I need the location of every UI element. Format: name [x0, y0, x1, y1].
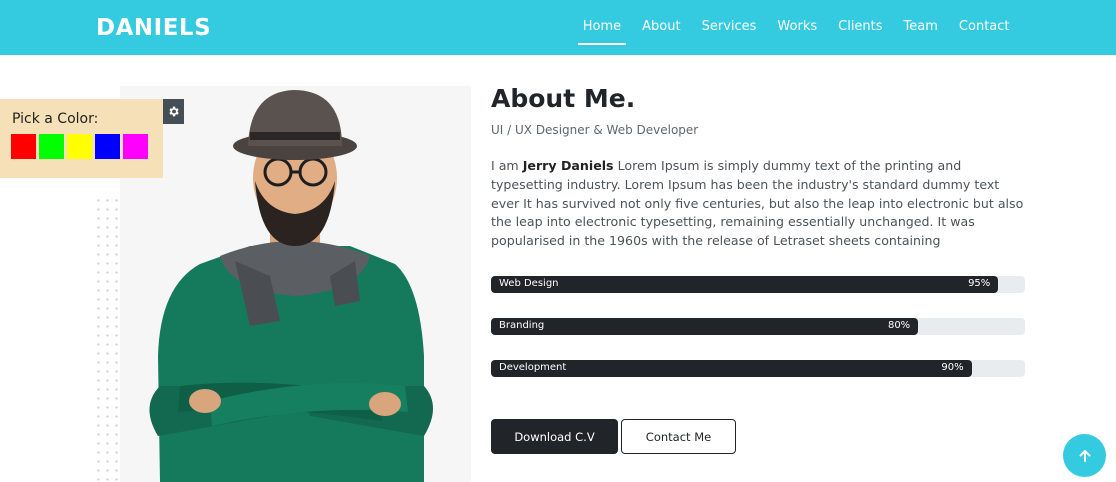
swatch-magenta[interactable]	[123, 134, 148, 159]
nav-contact[interactable]: Contact	[948, 0, 1020, 55]
skill-percent: 95%	[968, 278, 991, 289]
bio-paragraph: I am Jerry Daniels Lorem Ipsum is simply…	[491, 157, 1031, 251]
skill-label: Development	[499, 362, 567, 373]
contact-me-button[interactable]: Contact Me	[621, 419, 736, 454]
nav-works[interactable]: Works	[767, 0, 828, 55]
main-nav: Home About Services Works Clients Team C…	[572, 0, 1020, 55]
skill-label: Web Design	[499, 278, 559, 289]
skill-bar-development: Development 90%	[491, 360, 1025, 377]
arrow-up-icon	[1079, 449, 1090, 462]
swatch-red[interactable]	[11, 134, 36, 159]
picker-toggle-button[interactable]	[163, 99, 184, 124]
dot-pattern	[94, 196, 120, 482]
top-navbar: DANIELS Home About Services Works Client…	[0, 0, 1116, 55]
page-title: About Me.	[491, 84, 636, 113]
person-illustration	[149, 90, 433, 482]
download-cv-button[interactable]: Download C.V	[491, 419, 618, 454]
swatch-green[interactable]	[39, 134, 64, 159]
profile-photo	[120, 86, 471, 482]
skill-fill: Web Design 95%	[491, 276, 999, 293]
picker-title: Pick a Color:	[12, 111, 99, 127]
bio-name: Jerry Daniels	[522, 158, 614, 173]
gear-icon	[169, 106, 179, 117]
nav-services[interactable]: Services	[691, 0, 767, 55]
swatch-yellow[interactable]	[67, 134, 92, 159]
skill-bar-branding: Branding 80%	[491, 318, 1025, 335]
nav-about[interactable]: About	[632, 0, 691, 55]
skill-percent: 80%	[887, 320, 911, 331]
nav-clients[interactable]: Clients	[828, 0, 893, 55]
nav-home[interactable]: Home	[572, 0, 631, 55]
page-subtitle: UI / UX Designer & Web Developer	[491, 123, 699, 137]
skill-fill: Development 90%	[491, 360, 972, 377]
bio-prefix: I am	[491, 158, 523, 173]
skill-label: Branding	[499, 320, 545, 331]
color-picker-panel: Pick a Color:	[0, 99, 163, 178]
skill-fill: Branding 80%	[491, 318, 919, 335]
brand-logo[interactable]: DANIELS	[96, 15, 211, 41]
skill-percent: 90%	[941, 362, 964, 373]
skill-bar-web-design: Web Design 95%	[491, 276, 1025, 293]
swatch-blue[interactable]	[95, 134, 120, 159]
nav-team[interactable]: Team	[893, 0, 948, 55]
color-swatches	[11, 134, 148, 159]
scroll-top-button[interactable]	[1063, 434, 1106, 477]
